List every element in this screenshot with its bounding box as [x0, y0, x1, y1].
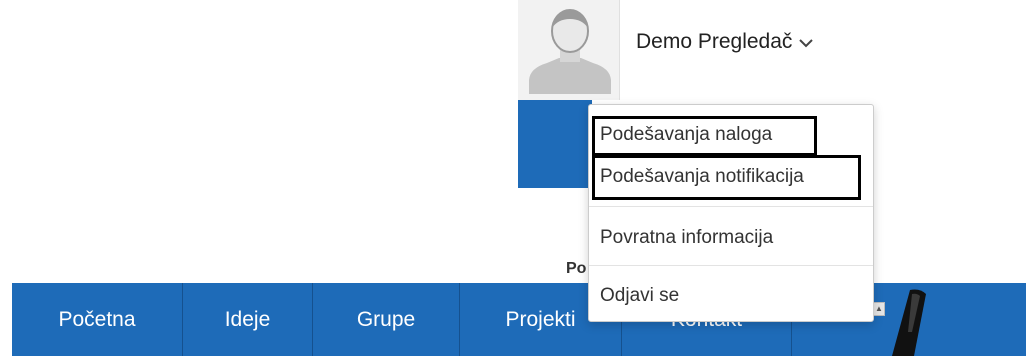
nav-item-label: Projekti	[505, 307, 576, 331]
nav-item-grupe[interactable]: Grupe	[313, 283, 460, 356]
header-banner	[518, 100, 592, 188]
menu-item-account-settings[interactable]: Podešavanja naloga	[600, 124, 772, 146]
nav-item-label: Početna	[58, 307, 136, 331]
user-dropdown-menu: Podešavanja naloga Podešavanja notifikac…	[588, 104, 874, 322]
menu-item-feedback[interactable]: Povratna informacija	[600, 227, 773, 249]
user-placeholder-icon	[529, 9, 611, 94]
chevron-down-icon	[799, 39, 814, 48]
menu-divider	[589, 206, 873, 207]
nav-item-pocetna[interactable]: Početna	[12, 283, 183, 356]
menu-divider	[589, 265, 873, 266]
user-menu-toggle[interactable]: Demo Pregledač	[636, 30, 814, 54]
user-name: Demo Pregledač	[636, 30, 793, 53]
menu-item-logout[interactable]: Odjavi se	[600, 285, 679, 307]
nav-item-label: Grupe	[356, 307, 416, 331]
avatar[interactable]	[518, 0, 620, 100]
stylus-icon	[892, 289, 926, 356]
nav-item-label: Ideje	[224, 307, 271, 331]
menu-item-notification-settings[interactable]: Podešavanja notifikacija	[600, 166, 804, 188]
partial-section-label: Po	[566, 260, 587, 277]
nav-item-ideje[interactable]: Ideje	[183, 283, 313, 356]
